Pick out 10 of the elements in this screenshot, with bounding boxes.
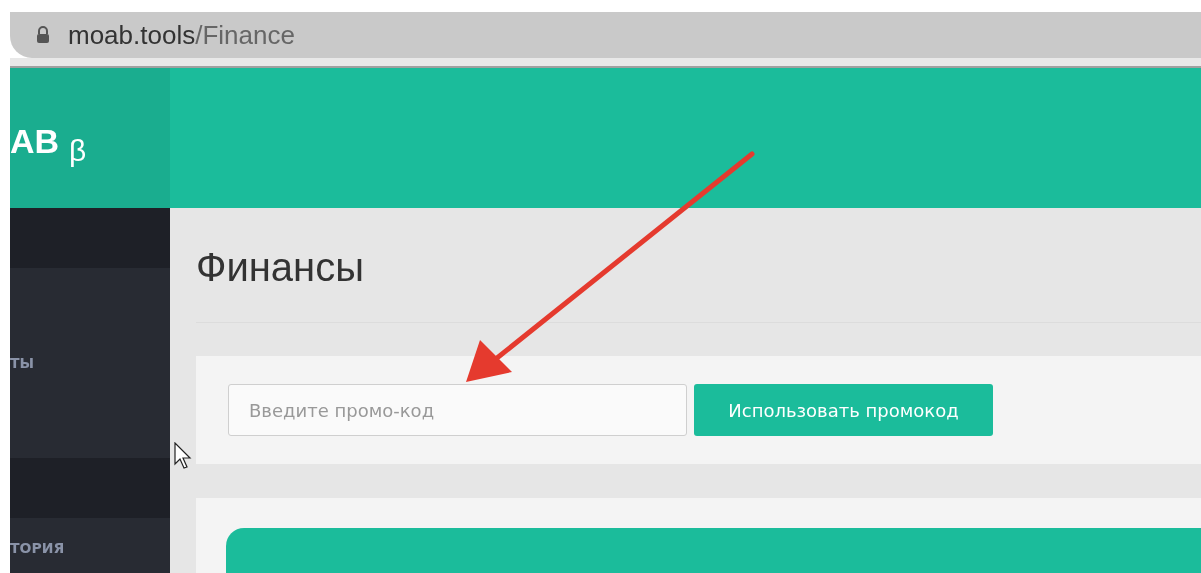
sidebar-item[interactable]: ТОРИЯ [10, 540, 65, 556]
promo-code-field[interactable]: Введите промо-код [228, 384, 687, 436]
apply-promo-button[interactable]: Использовать промокод [694, 384, 993, 436]
lock-icon [36, 26, 50, 44]
page-title: Финансы [196, 243, 365, 291]
sidebar-item[interactable]: ТЫ [10, 355, 35, 371]
url-text: moab.tools/Finance [68, 19, 295, 51]
logo: AB β [10, 68, 170, 208]
address-bar[interactable]: moab.tools/Finance [10, 12, 1201, 58]
cursor-icon [174, 442, 192, 470]
